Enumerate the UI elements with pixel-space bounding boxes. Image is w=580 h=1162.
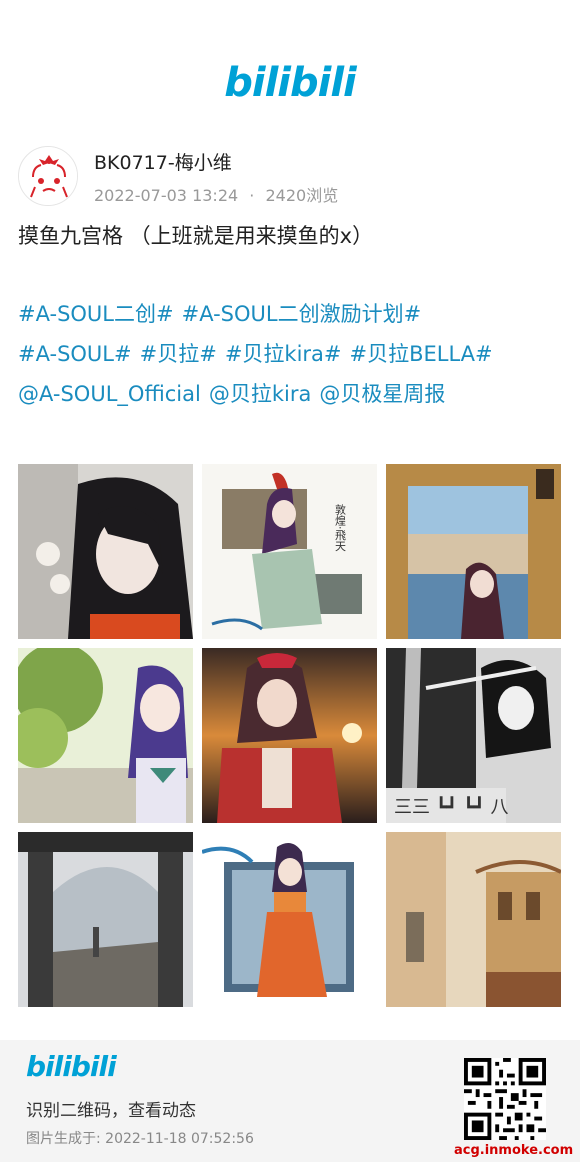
image-grid: 敦煌·飛天 三三 ┗┛ ┗┛ 八 — [18, 464, 562, 1007]
avatar[interactable] — [18, 146, 78, 206]
image-caption: 敦煌·飛天 — [334, 503, 347, 552]
artwork-icon: 三三 ┗┛ ┗┛ 八 — [386, 648, 561, 823]
footer-logo: bilibili — [26, 1050, 117, 1083]
post-title: 摸鱼九宫格 （上班就是用来摸鱼的x） — [18, 224, 374, 248]
tag-link[interactable]: #贝拉BELLA# — [350, 342, 493, 366]
mention-link[interactable]: @贝拉kira — [209, 382, 312, 406]
qr-code-icon — [464, 1058, 546, 1140]
gallery-image-4[interactable] — [18, 648, 193, 823]
artwork-icon — [386, 464, 561, 639]
mention-link[interactable]: @贝极星周报 — [319, 382, 445, 406]
watermark-site: acg.inmoke.com — [454, 1143, 574, 1158]
generated-time: 图片生成于: 2022-11-18 07:52:56 — [26, 1131, 254, 1147]
tag-link[interactable]: #A-SOUL# — [18, 342, 132, 366]
bilibili-logo: bilibili — [0, 60, 580, 106]
author-header: BK0717-梅小维 2022-07-03 13:24 · 2420浏览 — [18, 146, 562, 206]
tag-list: #A-SOUL二创# #A-SOUL二创激励计划# #A-SOUL# #贝拉# #贝拉… — [18, 294, 578, 414]
gallery-image-2[interactable]: 敦煌·飛天 — [202, 464, 377, 639]
view-count: 2420浏览 — [265, 186, 339, 205]
tag-link[interactable]: #A-SOUL二创# — [18, 302, 174, 326]
tag-link[interactable]: #贝拉kira# — [225, 342, 342, 366]
artwork-icon — [202, 832, 377, 1007]
tag-link[interactable]: #贝拉# — [140, 342, 217, 366]
gallery-image-3[interactable] — [386, 464, 561, 639]
artwork-icon — [202, 648, 377, 823]
gallery-image-6[interactable]: 三三 ┗┛ ┗┛ 八 — [386, 648, 561, 823]
artwork-icon — [18, 832, 193, 1007]
author-name[interactable]: BK0717-梅小维 — [94, 148, 232, 175]
footer-cta: 识别二维码，查看动态 — [26, 1101, 196, 1121]
artwork-icon — [18, 464, 193, 639]
footer: bilibili 识别二维码，查看动态 图片生成于: 2022-11-18 07… — [0, 1040, 580, 1162]
artwork-icon: 敦煌·飛天 — [202, 464, 377, 639]
gallery-image-7[interactable] — [18, 832, 193, 1007]
svg-text:三三 ┗┛ ┗┛ 八: 三三 ┗┛ ┗┛ 八 — [394, 795, 509, 818]
tag-link[interactable]: #A-SOUL二创激励计划# — [182, 302, 422, 326]
artwork-icon — [18, 648, 193, 823]
post-meta: 2022-07-03 13:24 · 2420浏览 — [94, 182, 338, 206]
gallery-image-1[interactable] — [18, 464, 193, 639]
meta-separator: · — [249, 186, 255, 205]
mention-link[interactable]: @A-SOUL_Official — [18, 382, 201, 406]
gallery-image-8[interactable] — [202, 832, 377, 1007]
artwork-icon — [386, 832, 561, 1007]
qr-code[interactable] — [464, 1058, 546, 1140]
gallery-image-5[interactable] — [202, 648, 377, 823]
post-date: 2022-07-03 13:24 — [94, 186, 239, 205]
gallery-image-9[interactable] — [386, 832, 561, 1007]
avatar-illustration-icon — [19, 147, 77, 205]
logo-text: bilibili — [224, 60, 357, 106]
